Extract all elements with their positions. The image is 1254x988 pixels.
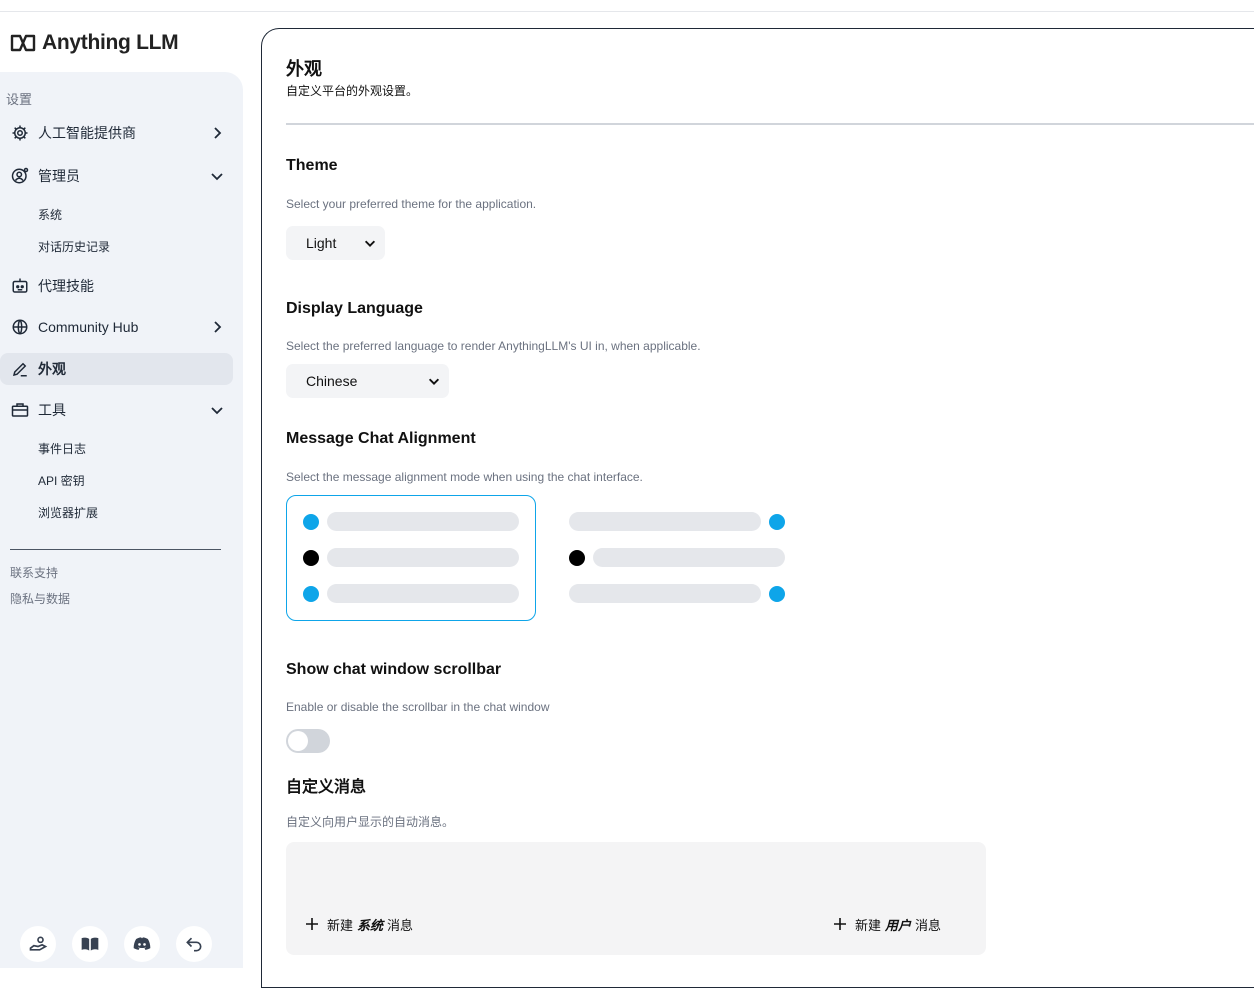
sidebar-subitem-browser-extension[interactable]: 浏览器扩展 — [38, 504, 98, 521]
message-dot — [769, 586, 785, 602]
message-bar — [569, 512, 761, 531]
sidebar-item-label: 管理员 — [38, 168, 80, 184]
language-select[interactable]: Chinese — [286, 364, 449, 398]
pencil-icon — [10, 359, 30, 379]
message-dot — [303, 514, 319, 530]
scrollbar-description: Enable or disable the scrollbar in the c… — [286, 700, 550, 714]
alignment-title: Message Chat Alignment — [286, 430, 476, 447]
message-bar — [569, 584, 761, 603]
alignment-description: Select the message alignment mode when u… — [286, 470, 643, 484]
sidebar-item-label: 人工智能提供商 — [38, 125, 136, 141]
sidebar-item-appearance[interactable]: 外观 — [0, 353, 233, 385]
header-divider — [286, 123, 1254, 125]
alignment-option-left-right[interactable] — [554, 495, 804, 621]
privacy-data-link[interactable]: 隐私与数据 — [10, 590, 70, 607]
custom-messages-description: 自定义向用户显示的自动消息。 — [286, 815, 455, 829]
chevron-down-icon — [211, 407, 223, 415]
page-subtitle: 自定义平台的外观设置。 — [286, 84, 419, 98]
plus-icon — [306, 918, 318, 930]
new-system-message-button[interactable]: 新建 系统 消息 — [305, 913, 413, 935]
sidebar-item-community-hub[interactable]: Community Hub — [0, 311, 233, 343]
new-user-message-button[interactable]: 新建 用户 消息 — [833, 913, 941, 935]
logo-text: Anything LLM — [42, 31, 179, 54]
sidebar-subitem-api-keys[interactable]: API 密钥 — [38, 472, 85, 489]
sidebar-item-ai-providers[interactable]: 人工智能提供商 — [0, 117, 233, 149]
message-dot — [769, 514, 785, 530]
sidebar: 设置 人工智能提供商 管理员 系统 对话历史记录 代理技能 Community … — [0, 72, 243, 968]
sidebar-subitem-chat-history[interactable]: 对话历史记录 — [38, 238, 110, 255]
sidebar-subitem-event-logs[interactable]: 事件日志 — [38, 440, 86, 457]
anything-llm-logo-icon — [10, 34, 36, 52]
chevron-right-icon — [214, 321, 222, 333]
scrollbar-title: Show chat window scrollbar — [286, 661, 502, 678]
docs-button[interactable] — [72, 926, 108, 962]
toggle-knob — [288, 731, 308, 751]
sidebar-subitem-system[interactable]: 系统 — [38, 206, 62, 223]
language-description: Select the preferred language to render … — [286, 339, 701, 353]
toolbox-icon — [10, 400, 30, 420]
message-bar — [593, 548, 785, 567]
message-bar — [327, 512, 519, 531]
globe-icon — [10, 317, 30, 337]
discord-button[interactable] — [124, 926, 160, 962]
sidebar-item-agent-skills[interactable]: 代理技能 — [0, 270, 233, 302]
theme-select-value: Light — [306, 235, 337, 251]
hand-coins-icon — [29, 936, 48, 951]
language-title: Display Language — [286, 300, 423, 317]
sidebar-item-label: Community Hub — [38, 319, 139, 335]
sidebar-heading: 设置 — [6, 92, 33, 107]
book-icon — [81, 937, 99, 951]
contact-support-link[interactable]: 联系支持 — [10, 564, 58, 581]
top-divider — [0, 11, 1254, 12]
gear-icon — [10, 123, 30, 143]
theme-select[interactable]: Light — [286, 226, 385, 260]
language-select-value: Chinese — [306, 373, 358, 389]
plus-icon — [834, 918, 846, 930]
chevron-down-icon — [364, 240, 376, 247]
sidebar-divider — [10, 549, 221, 550]
sidebar-item-admin[interactable]: 管理员 — [0, 160, 233, 192]
chevron-down-icon — [211, 173, 223, 181]
chevron-right-icon — [214, 127, 222, 139]
sidebar-item-label: 代理技能 — [38, 278, 94, 294]
sidebar-item-label: 外观 — [38, 361, 66, 377]
app-logo: Anything LLM — [10, 29, 179, 57]
user-gear-icon — [10, 166, 30, 186]
message-dot — [303, 586, 319, 602]
hand-coins-button[interactable] — [20, 926, 56, 962]
custom-messages-box — [286, 842, 986, 955]
alignment-option-left[interactable] — [286, 495, 536, 621]
theme-title: Theme — [286, 157, 338, 174]
return-icon — [186, 937, 202, 952]
message-bar — [327, 548, 519, 567]
discord-icon — [133, 937, 151, 950]
robot-icon — [10, 276, 30, 296]
message-dot — [303, 550, 319, 566]
theme-description: Select your preferred theme for the appl… — [286, 197, 537, 211]
custom-messages-title: 自定义消息 — [286, 779, 367, 796]
sidebar-item-tools[interactable]: 工具 — [0, 394, 233, 426]
sidebar-item-label: 工具 — [38, 402, 66, 418]
message-bar — [327, 584, 519, 603]
message-dot — [569, 550, 585, 566]
scrollbar-toggle[interactable] — [286, 729, 330, 753]
chevron-down-icon — [428, 378, 440, 385]
page-title: 外观 — [286, 59, 322, 79]
return-button[interactable] — [176, 926, 212, 962]
